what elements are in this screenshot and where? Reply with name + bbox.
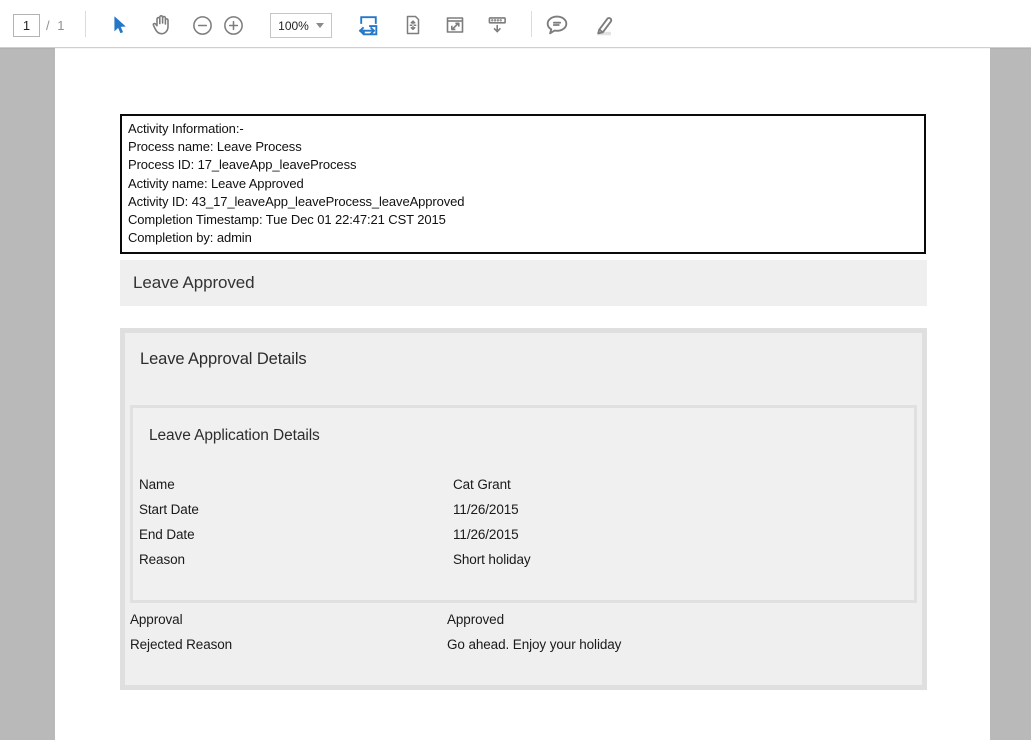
zoom-level-select[interactable]: 100%: [270, 13, 332, 38]
field-value: Go ahead. Enjoy your holiday: [447, 637, 922, 652]
activity-information-box: Activity Information:- Process name: Lea…: [120, 114, 926, 254]
activity-line: Completion by: admin: [128, 229, 918, 247]
field-row-start-date: Start Date 11/26/2015: [139, 497, 914, 522]
toolbar-divider: [85, 11, 86, 37]
field-row-name: Name Cat Grant: [139, 472, 914, 497]
leave-approval-details-panel: Leave Approval Details Leave Application…: [120, 328, 927, 690]
page-total-label: / 1: [46, 18, 66, 33]
fit-page-icon: [401, 13, 425, 37]
field-label: End Date: [139, 527, 453, 542]
highlight-button[interactable]: [588, 12, 614, 38]
field-label: Rejected Reason: [130, 637, 447, 652]
zoom-in-icon: [222, 14, 245, 37]
toolbar-divider: [531, 11, 532, 37]
field-value: Short holiday: [453, 552, 914, 567]
zoom-level-value: 100%: [271, 19, 316, 33]
field-row-rejected-reason: Rejected Reason Go ahead. Enjoy your hol…: [130, 632, 922, 657]
fit-width-button[interactable]: [355, 12, 381, 38]
dock-toolbar-button[interactable]: [484, 12, 510, 38]
field-row-approval: Approval Approved: [130, 607, 922, 632]
zoom-out-icon: [191, 14, 214, 37]
leave-application-details-panel: Leave Application Details Name Cat Grant…: [130, 405, 917, 603]
section-header-leave-approved: Leave Approved: [120, 260, 927, 306]
panel-title: Leave Approval Details: [140, 350, 307, 369]
comment-bubble-icon: [543, 11, 571, 39]
field-label: Reason: [139, 552, 453, 567]
pdf-page: Activity Information:- Process name: Lea…: [55, 48, 990, 740]
activity-line: Activity Information:-: [128, 120, 918, 138]
field-value: Approved: [447, 612, 922, 627]
fit-width-icon: [356, 13, 381, 38]
field-value: 11/26/2015: [453, 527, 914, 542]
field-label: Approval: [130, 612, 447, 627]
field-row-end-date: End Date 11/26/2015: [139, 522, 914, 547]
pdf-toolbar: / 1 100%: [0, 0, 1031, 48]
application-fields: Name Cat Grant Start Date 11/26/2015 End…: [133, 472, 914, 572]
activity-line: Activity ID: 43_17_leaveApp_leaveProcess…: [128, 193, 918, 211]
comment-button[interactable]: [544, 12, 570, 38]
field-row-reason: Reason Short holiday: [139, 547, 914, 572]
field-label: Name: [139, 477, 453, 492]
fullscreen-icon: [443, 13, 467, 37]
section-title: Leave Approved: [133, 273, 254, 293]
highlighter-icon: [587, 11, 615, 39]
page-number-input[interactable]: [13, 14, 40, 37]
activity-line: Completion Timestamp: Tue Dec 01 22:47:2…: [128, 211, 918, 229]
cursor-arrow-icon: [108, 14, 130, 36]
hand-icon: [150, 13, 174, 37]
fit-page-button[interactable]: [400, 12, 426, 38]
approval-fields: Approval Approved Rejected Reason Go ahe…: [125, 607, 922, 657]
zoom-out-button[interactable]: [189, 12, 215, 38]
pan-tool-button[interactable]: [149, 12, 175, 38]
field-value: Cat Grant: [453, 477, 914, 492]
fullscreen-button[interactable]: [442, 12, 468, 38]
field-label: Start Date: [139, 502, 453, 517]
activity-line: Process ID: 17_leaveApp_leaveProcess: [128, 156, 918, 174]
select-tool-button[interactable]: [106, 12, 132, 38]
field-value: 11/26/2015: [453, 502, 914, 517]
inner-panel-title: Leave Application Details: [149, 427, 320, 445]
activity-line: Process name: Leave Process: [128, 138, 918, 156]
zoom-in-button[interactable]: [220, 12, 246, 38]
document-canvas[interactable]: Activity Information:- Process name: Lea…: [0, 48, 1031, 740]
chevron-down-icon: [316, 23, 324, 28]
activity-line: Activity name: Leave Approved: [128, 175, 918, 193]
dock-toolbar-icon: [484, 12, 510, 38]
